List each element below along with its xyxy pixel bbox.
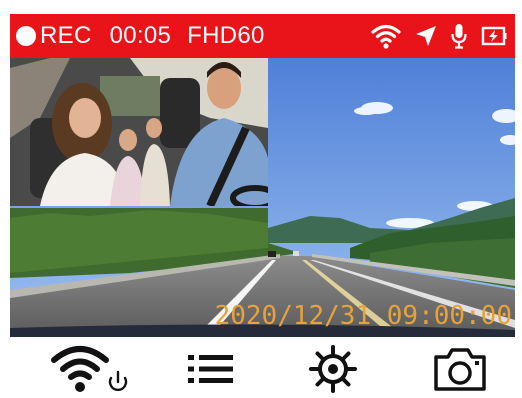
- cabin-camera-image: [10, 58, 268, 206]
- camera-snapshot-icon: [434, 348, 486, 391]
- menu-button[interactable]: [180, 343, 240, 395]
- dashcam-screen: REC 00:05 FHD60 2020/12/31 09:00:00: [10, 14, 515, 337]
- record-indicator-icon: [16, 26, 36, 46]
- gps-arrow-icon: [416, 26, 436, 46]
- battery-charging-icon: [481, 26, 507, 46]
- cabin-camera-pip: [10, 58, 268, 206]
- wifi-icon: [371, 24, 401, 49]
- settings-button[interactable]: [303, 343, 363, 395]
- menu-list-icon: [188, 355, 233, 383]
- rec-label: REC: [40, 22, 92, 49]
- video-timestamp: 2020/12/31 09:00:00: [214, 301, 512, 331]
- bottom-toolbar: [0, 337, 522, 398]
- elapsed-time: 00:05: [109, 22, 172, 49]
- settings-gear-icon: [309, 345, 357, 393]
- wifi-power-icon: [51, 346, 128, 392]
- microphone-icon: [451, 24, 467, 49]
- status-bar: REC 00:05 FHD60: [10, 14, 515, 58]
- snapshot-button[interactable]: [428, 343, 492, 395]
- wifi-toggle-button[interactable]: [50, 343, 130, 395]
- resolution-label: FHD60: [187, 22, 265, 49]
